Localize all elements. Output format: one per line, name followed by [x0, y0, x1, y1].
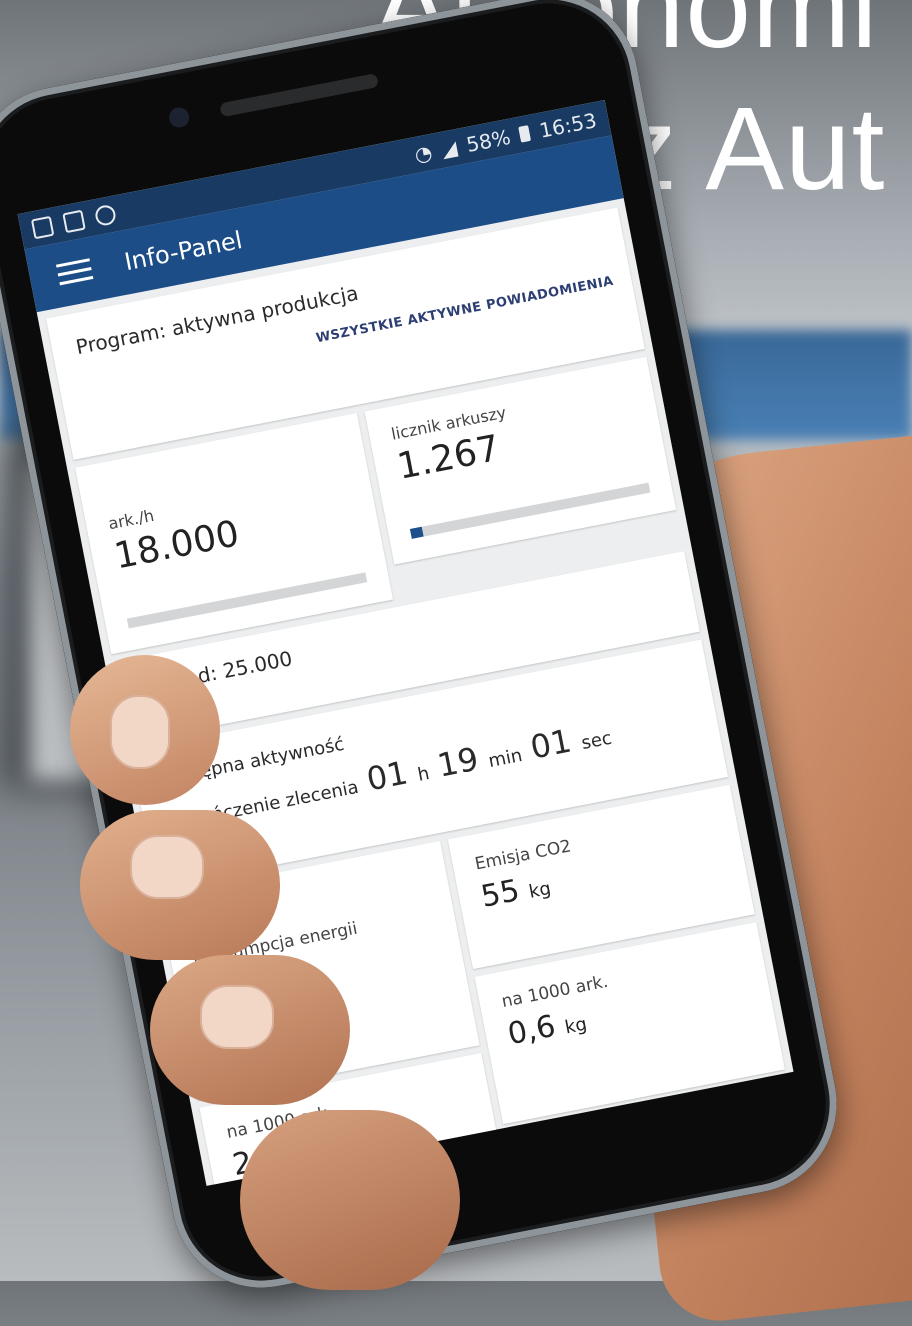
index-nail — [130, 835, 204, 899]
countdown-hours-unit: h — [415, 763, 432, 786]
countdown-minutes: 19 — [434, 739, 482, 785]
middle-nail — [200, 985, 274, 1049]
co2-column: Emisja CO2 55 kg na 1000 ark. 0,6 kg — [447, 784, 794, 1186]
front-camera — [167, 105, 191, 130]
finger-ring — [240, 1110, 460, 1290]
sync-icon — [93, 203, 118, 228]
finger-middle — [150, 955, 350, 1105]
phone-screen: ◔ ◢ 58% 16:53 Info-Panel Program: aktywn… — [17, 99, 794, 1186]
status-time: 16:53 — [537, 108, 599, 143]
battery-percent: 58% — [464, 124, 513, 157]
phone-speaker — [219, 73, 379, 118]
speed-progress-fill — [126, 618, 129, 629]
signal-icon: ◢ — [439, 135, 460, 162]
battery-icon — [518, 124, 532, 143]
thumb-nail — [110, 695, 170, 769]
notification-icon — [30, 215, 55, 240]
app-title: Info-Panel — [122, 226, 245, 277]
image-icon — [62, 209, 86, 234]
countdown-seconds: 01 — [527, 721, 575, 767]
countdown-minutes-unit: min — [486, 744, 525, 773]
countdown-seconds-unit: sec — [579, 727, 614, 754]
wifi-icon: ◔ — [412, 140, 435, 168]
countdown-hours: 01 — [363, 753, 411, 799]
counter-progress-fill — [409, 526, 424, 539]
counter-progress-bar — [409, 482, 651, 539]
menu-icon[interactable] — [55, 258, 94, 286]
finger-index — [80, 810, 280, 960]
thumb — [70, 655, 220, 805]
